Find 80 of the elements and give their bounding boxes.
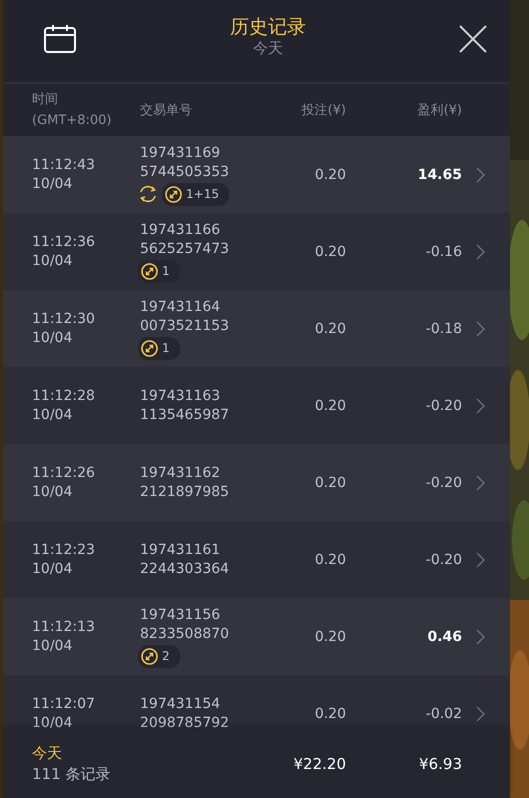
period-label: 今天 [32, 743, 63, 764]
order-number: 197431162 [140, 464, 222, 482]
time-text: 11:12:28 [32, 386, 96, 406]
order-number: 2098785792 [140, 714, 230, 730]
total-profit: ¥6.93 [418, 755, 462, 773]
refresh-icon [140, 186, 156, 202]
profit-amount: -0.18 [424, 320, 462, 336]
chevron-right-icon[interactable] [476, 552, 485, 567]
chevron-right-icon[interactable] [476, 321, 485, 336]
date-text: 10/04 [32, 714, 74, 730]
time-text: 11:12:23 [32, 540, 96, 560]
timezone-label: (GMT+8:00) [32, 112, 112, 130]
order-number: 197431164 [140, 298, 222, 316]
profit-amount: 14.65 [416, 166, 462, 182]
bet-amount: 0.20 [314, 474, 346, 490]
profit-amount: -0.20 [424, 474, 462, 490]
order-number: 197431163 [140, 386, 222, 406]
bonus-badge: 1 [138, 336, 180, 360]
profit-amount: -0.02 [424, 706, 462, 722]
bet-amount: 0.20 [314, 706, 346, 722]
bet-amount: 0.20 [314, 166, 346, 182]
time-text: 11:12:36 [32, 232, 96, 252]
calendar-icon [44, 24, 76, 53]
chevron-right-icon[interactable] [476, 706, 485, 721]
column-header: 盈利(¥) [416, 102, 462, 119]
order-number: 197431161 [140, 540, 222, 560]
coin-icon [141, 262, 158, 280]
profit-amount: -0.16 [424, 244, 462, 260]
date-text: 10/04 [32, 560, 74, 578]
order-number: 197431169 [140, 144, 222, 162]
coin-icon [165, 186, 182, 202]
chevron-right-icon[interactable] [476, 244, 485, 259]
date-text: 10/04 [32, 328, 74, 348]
column-header: 交易单号 [140, 102, 193, 119]
order-number: 8233508870 [140, 624, 230, 644]
bonus-badge: 2 [138, 644, 180, 668]
column-header: 时间 [32, 91, 59, 109]
bet-amount: 0.20 [314, 398, 346, 414]
calendar-button[interactable] [44, 24, 78, 54]
time-text: 11:12:43 [32, 156, 96, 174]
order-number: 1135465987 [140, 406, 230, 424]
chevron-right-icon[interactable] [476, 167, 485, 182]
date-text: 10/04 [32, 406, 74, 424]
order-number: 197431156 [140, 606, 222, 624]
order-number: 5625257473 [140, 240, 230, 258]
time-text: 11:12:26 [32, 464, 96, 482]
order-number: 2121897985 [140, 482, 230, 502]
total-bet: ¥22.20 [292, 755, 346, 773]
bonus-badge: 1 [138, 260, 180, 282]
close-icon [459, 25, 487, 53]
column-header: 投注(¥) [300, 102, 346, 119]
chevron-right-icon[interactable] [476, 398, 485, 413]
order-number: 2244303364 [140, 560, 230, 578]
window-title: 历史记录 [230, 15, 306, 39]
date-text: 10/04 [32, 252, 74, 270]
order-number: 0073521153 [140, 316, 230, 336]
bet-amount: 0.20 [314, 320, 346, 336]
coin-icon [141, 648, 158, 664]
time-text: 11:12:30 [32, 310, 96, 328]
profit-amount: -0.20 [424, 398, 462, 414]
order-number: 197431154 [140, 694, 222, 714]
bet-amount: 0.20 [314, 628, 346, 644]
date-text: 10/04 [32, 174, 74, 194]
profit-amount: 0.46 [426, 628, 462, 644]
record-count: 111 条记录 [32, 764, 112, 785]
order-number: 5744505353 [140, 162, 230, 182]
coin-icon [141, 340, 158, 356]
date-range-label: 今天 [253, 39, 283, 57]
chevron-right-icon[interactable] [476, 475, 485, 490]
chevron-right-icon[interactable] [476, 629, 485, 644]
date-text: 10/04 [32, 636, 74, 656]
bet-amount: 0.20 [314, 552, 346, 568]
time-text: 11:12:13 [32, 618, 96, 636]
close-button[interactable] [458, 24, 488, 54]
time-text: 11:12:07 [32, 694, 96, 714]
date-text: 10/04 [32, 482, 74, 502]
bet-amount: 0.20 [314, 244, 346, 260]
bonus-badge: 1+15 [162, 182, 229, 206]
order-number: 197431166 [140, 220, 222, 240]
profit-amount: -0.20 [424, 552, 462, 568]
